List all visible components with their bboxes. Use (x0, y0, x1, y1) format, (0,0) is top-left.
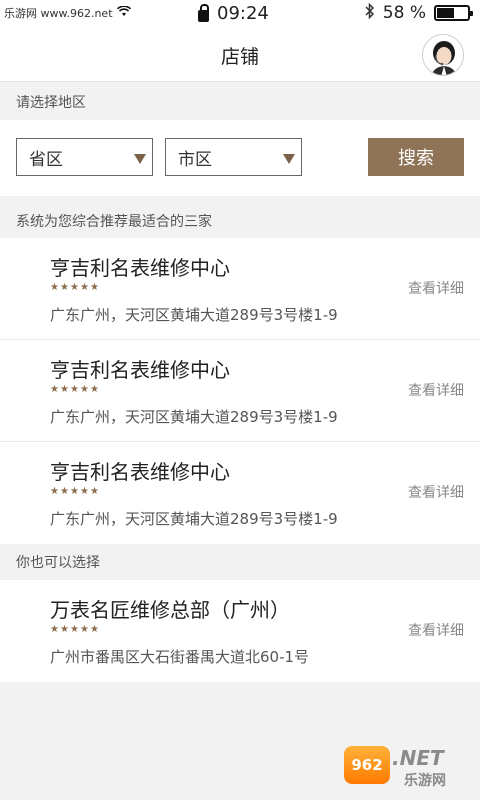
view-details-link[interactable]: 查看详细 (408, 620, 464, 640)
star-rating: ★ ★ ★ ★ ★ (50, 385, 100, 395)
star-icon: ★ (50, 624, 59, 635)
alternative-heading: 你也可以选择 (0, 544, 480, 580)
star-icon: ★ (70, 282, 79, 293)
star-icon: ★ (70, 384, 79, 395)
watermark-badge: 962 (344, 746, 390, 784)
battery-percent: 58 % (382, 3, 426, 23)
region-filter: 省区 市区 搜索 (0, 120, 480, 196)
battery-level (437, 8, 455, 18)
store-card[interactable]: 亨吉利名表维修中心 ★ ★ ★ ★ ★ 广东广州，天河区黄埔大道289号3号楼1-9 查… (0, 340, 480, 442)
city-select-label: 市区 (178, 149, 212, 170)
star-icon: ★ (80, 282, 89, 293)
store-card[interactable]: 亨吉利名表维修中心 ★ ★ ★ ★ ★ 广东广州，天河区黄埔大道289号3号楼1-9 查… (0, 442, 480, 544)
star-icon: ★ (90, 384, 99, 395)
page-title: 店铺 (220, 46, 259, 68)
store-address: 广州市番禺区大石街番禺大道北60-1号 (50, 648, 310, 666)
dropdown-arrow-icon (134, 154, 146, 164)
star-icon: ★ (70, 486, 79, 497)
store-name: 万表名匠维修总部（广州） (50, 598, 290, 622)
view-details-link[interactable]: 查看详细 (408, 482, 464, 502)
store-name: 亨吉利名表维修中心 (50, 256, 230, 280)
watermark-top-text: 乐游网 www.962.net (4, 7, 113, 20)
star-icon: ★ (70, 624, 79, 635)
star-icon: ★ (50, 282, 59, 293)
star-icon: ★ (50, 384, 59, 395)
store-name: 亨吉利名表维修中心 (50, 358, 230, 382)
bluetooth-icon (365, 2, 375, 23)
wifi-icon (116, 4, 131, 21)
status-bar: 乐游网 www.962.net 09:24 58 % (0, 0, 480, 28)
agent-avatar-icon (423, 35, 463, 75)
star-icon: ★ (60, 486, 69, 497)
star-rating: ★ ★ ★ ★ ★ (50, 487, 100, 497)
customer-service-avatar[interactable] (422, 34, 464, 76)
recommended-store-list: 亨吉利名表维修中心 ★ ★ ★ ★ ★ 广东广州，天河区黄埔大道289号3号楼1-9 查… (0, 238, 480, 544)
star-icon: ★ (90, 282, 99, 293)
lock-icon (198, 3, 209, 22)
status-right: 58 % (365, 2, 473, 23)
city-select[interactable]: 市区 (165, 138, 302, 176)
dropdown-arrow-icon (283, 154, 295, 164)
star-icon: ★ (90, 624, 99, 635)
watermark-brand: .NET (392, 746, 444, 770)
star-rating: ★ ★ ★ ★ ★ (50, 625, 100, 635)
alternative-store-list: 万表名匠维修总部（广州） ★ ★ ★ ★ ★ 广州市番禺区大石街番禺大道北60-1号 查… (0, 580, 480, 682)
store-card[interactable]: 万表名匠维修总部（广州） ★ ★ ★ ★ ★ 广州市番禺区大石街番禺大道北60-1号 查… (0, 580, 480, 682)
star-icon: ★ (60, 624, 69, 635)
store-name: 亨吉利名表维修中心 (50, 460, 230, 484)
star-rating: ★ ★ ★ ★ ★ (50, 283, 100, 293)
star-icon: ★ (80, 624, 89, 635)
nav-bar: 店铺 (0, 28, 480, 82)
battery-icon (434, 5, 473, 21)
site-watermark: 962 .NET 乐游网 (344, 744, 474, 790)
store-address: 广东广州，天河区黄埔大道289号3号楼1-9 (50, 408, 338, 426)
status-time-area: 09:24 (198, 3, 269, 24)
store-address: 广东广州，天河区黄埔大道289号3号楼1-9 (50, 306, 338, 324)
star-icon: ★ (90, 486, 99, 497)
watermark-sub: 乐游网 (404, 773, 446, 789)
star-icon: ★ (60, 282, 69, 293)
star-icon: ★ (60, 384, 69, 395)
status-time: 09:24 (217, 3, 269, 24)
star-icon: ★ (80, 486, 89, 497)
star-icon: ★ (50, 486, 59, 497)
region-heading: 请选择地区 (0, 83, 480, 120)
view-details-link[interactable]: 查看详细 (408, 278, 464, 298)
province-select-label: 省区 (29, 149, 63, 170)
store-address: 广东广州，天河区黄埔大道289号3号楼1-9 (50, 510, 338, 528)
view-details-link[interactable]: 查看详细 (408, 380, 464, 400)
search-button[interactable]: 搜索 (368, 138, 464, 176)
status-left: 乐游网 www.962.net (4, 4, 131, 21)
star-icon: ★ (80, 384, 89, 395)
store-card[interactable]: 亨吉利名表维修中心 ★ ★ ★ ★ ★ 广东广州，天河区黄埔大道289号3号楼1-9 查… (0, 238, 480, 340)
province-select[interactable]: 省区 (16, 138, 153, 176)
recommend-heading: 系统为您综合推荐最适合的三家 (0, 204, 480, 238)
